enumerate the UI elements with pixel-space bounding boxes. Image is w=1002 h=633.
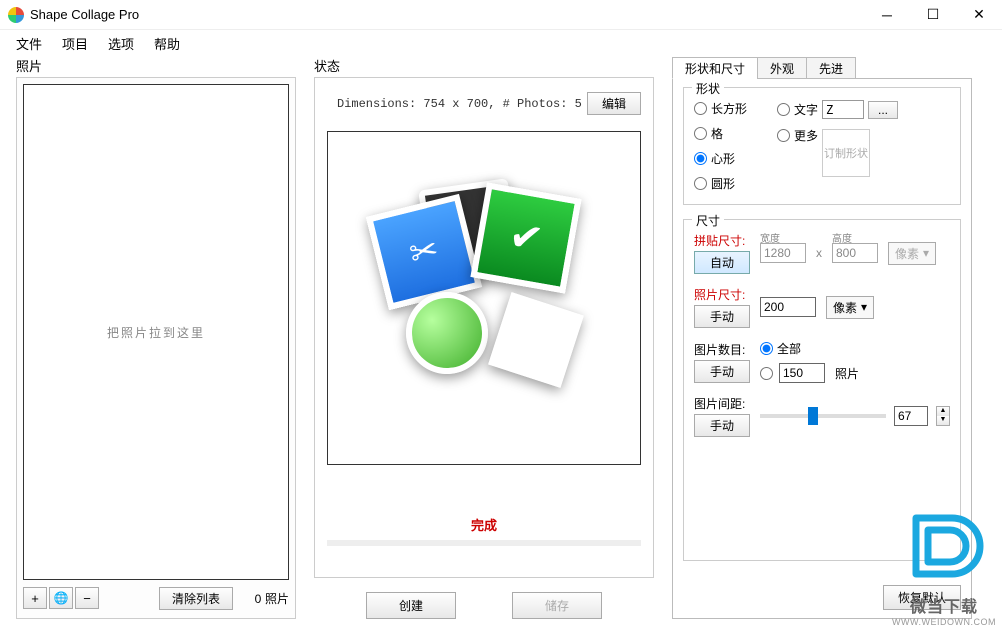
chevron-down-icon: ▾ [861, 300, 867, 314]
tab-advanced[interactable]: 先进 [806, 57, 856, 79]
menubar: 文件 项目 选项 帮助 [0, 30, 1002, 56]
tab-shape-size[interactable]: 形状和尺寸 [672, 57, 758, 79]
menu-project[interactable]: 项目 [54, 32, 96, 55]
spin-down-icon: ▼ [937, 416, 949, 425]
menu-help[interactable]: 帮助 [146, 32, 188, 55]
photo-count-mode-button[interactable]: 手动 [694, 360, 750, 383]
minimize-button[interactable]: ─ [864, 0, 910, 30]
shape-group: 形状 长方形 格 心形 圆形 文字 ... [683, 87, 961, 205]
status-text: 完成 [325, 515, 643, 534]
slider-thumb[interactable] [808, 407, 818, 425]
app-icon [8, 7, 24, 23]
scissors-icon: ✂ [405, 229, 442, 275]
spin-up-icon: ▲ [937, 407, 949, 416]
radio-count-all[interactable]: 全部 [760, 340, 859, 357]
menu-options[interactable]: 选项 [100, 32, 142, 55]
drop-placeholder: 把照片拉到这里 [107, 324, 205, 341]
photo-size-label: 照片尺寸: [694, 286, 750, 303]
radio-more[interactable]: 更多 [777, 127, 818, 144]
watermark-url: WWW.WEIDOWN.COM [892, 617, 996, 627]
photo-drop-area[interactable]: 把照片拉到这里 [23, 84, 289, 580]
collage-width-input[interactable] [760, 243, 806, 263]
clear-list-button[interactable]: 清除列表 [159, 587, 233, 610]
collage-size-label: 拼贴尺寸: [694, 232, 750, 249]
size-group-title: 尺寸 [692, 212, 724, 229]
add-photo-button[interactable]: + [23, 587, 47, 609]
shape-text-browse-button[interactable]: ... [868, 101, 898, 119]
custom-shape-preview[interactable]: 订制形状 [822, 129, 870, 177]
photo-size-mode-button[interactable]: 手动 [694, 305, 750, 328]
window-title: Shape Collage Pro [30, 7, 864, 22]
photo-count-label: 图片数目: [694, 341, 750, 358]
photos-panel: 把照片拉到这里 + 🌐 − 清除列表 0 照片 [16, 77, 296, 619]
spacing-value-input[interactable] [894, 406, 928, 426]
menu-file[interactable]: 文件 [8, 32, 50, 55]
collage-unit-select[interactable]: 像素▾ [888, 242, 936, 265]
radio-count-manual[interactable]: 照片 [760, 363, 859, 383]
radio-rectangle[interactable]: 长方形 [694, 100, 747, 117]
right-tabs: 形状和尺寸 外观 先进 [672, 56, 972, 78]
web-photo-button[interactable]: 🌐 [49, 587, 73, 609]
remove-photo-button[interactable]: − [75, 587, 99, 609]
watermark-logo-icon [902, 504, 986, 588]
collage-height-input[interactable] [832, 243, 878, 263]
create-button[interactable]: 创建 [366, 592, 456, 619]
chevron-down-icon: ▾ [923, 246, 929, 260]
check-gear-icon: ✔ [505, 212, 546, 263]
photos-label: 照片 [16, 56, 296, 75]
edit-button[interactable]: 编辑 [587, 92, 641, 115]
status-label: 状态 [314, 56, 654, 75]
watermark-name: 微当下载 [892, 593, 996, 617]
spacing-slider[interactable] [760, 414, 886, 418]
photo-count: 0 照片 [255, 590, 289, 607]
radio-grid[interactable]: 格 [694, 125, 747, 142]
progress-bar [327, 540, 641, 546]
close-button[interactable]: ✕ [956, 0, 1002, 30]
tab-appearance[interactable]: 外观 [757, 57, 807, 79]
shape-text-input[interactable] [822, 100, 864, 119]
globe-icon: 🌐 [54, 591, 69, 605]
photo-unit-select[interactable]: 像素▾ [826, 296, 874, 319]
shape-group-title: 形状 [692, 80, 724, 97]
maximize-button[interactable]: ☐ [910, 0, 956, 30]
save-button[interactable]: 储存 [512, 592, 602, 619]
radio-heart[interactable]: 心形 [694, 150, 747, 167]
photo-count-input[interactable] [779, 363, 825, 383]
spacing-spinner[interactable]: ▲▼ [936, 406, 950, 426]
dimensions-text: Dimensions: 754 x 700, # Photos: 5 [327, 97, 587, 111]
radio-circle[interactable]: 圆形 [694, 175, 747, 192]
watermark: 微当下载 WWW.WEIDOWN.COM [892, 504, 996, 627]
status-panel: Dimensions: 754 x 700, # Photos: 5 编辑 ✂ … [314, 77, 654, 578]
collage-size-mode-button[interactable]: 自动 [694, 251, 750, 274]
preview-area: ✂ ✔ [327, 131, 641, 465]
radio-text[interactable]: 文字 [777, 101, 818, 118]
spacing-mode-button[interactable]: 手动 [694, 414, 750, 437]
titlebar: Shape Collage Pro ─ ☐ ✕ [0, 0, 1002, 30]
spacing-label: 图片间距: [694, 395, 750, 412]
photo-size-input[interactable] [760, 297, 816, 317]
